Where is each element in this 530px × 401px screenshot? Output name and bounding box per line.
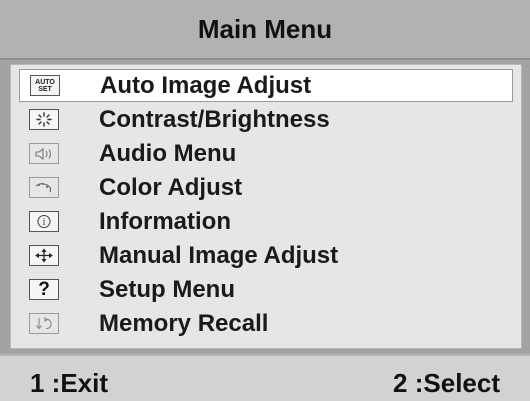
menu-item-manual-image-adjust[interactable]: Manual Image Adjust — [19, 239, 513, 272]
question-icon: ? — [29, 279, 59, 300]
select-hint[interactable]: 2 :Select — [393, 368, 500, 399]
menu-item-label: Setup Menu — [99, 275, 235, 303]
move-arrows-icon — [29, 245, 59, 266]
info-icon: i — [29, 211, 59, 232]
menu-item-setup-menu[interactable]: ? Setup Menu — [19, 273, 513, 306]
menu-item-label: Color Adjust — [99, 173, 243, 201]
set-icon-text: SET — [38, 85, 52, 93]
speaker-icon — [29, 143, 59, 164]
menu-item-label: Contrast/Brightness — [99, 105, 330, 133]
menu-item-auto-image-adjust[interactable]: AUTO SET Auto Image Adjust — [19, 69, 513, 102]
question-icon-glyph: ? — [38, 279, 50, 300]
menu-item-label: Audio Menu — [99, 139, 237, 167]
menu-item-information[interactable]: i Information — [19, 205, 513, 238]
auto-icon-text: AUTO — [35, 78, 55, 86]
menu-item-label: Auto Image Adjust — [100, 71, 312, 99]
menu-item-color-adjust[interactable]: Color Adjust — [19, 171, 513, 204]
footer-bar: 1 :Exit 2 :Select — [0, 354, 530, 401]
menu-list: AUTO SET Auto Image Adjust Contrast/Brig… — [10, 64, 522, 349]
menu-title: Main Menu — [0, 0, 530, 60]
auto-set-icon: AUTO SET — [30, 75, 60, 96]
menu-item-audio-menu[interactable]: Audio Menu — [19, 137, 513, 170]
exit-hint[interactable]: 1 :Exit — [30, 368, 108, 399]
menu-item-label: Information — [99, 207, 231, 235]
color-palette-icon — [29, 177, 59, 198]
menu-item-label: Manual Image Adjust — [99, 241, 339, 269]
menu-item-memory-recall[interactable]: Memory Recall — [19, 307, 513, 340]
osd-main-menu: Main Menu AUTO SET Auto Image Adjust Con… — [0, 0, 530, 401]
svg-text:i: i — [43, 217, 46, 228]
menu-item-label: Memory Recall — [99, 309, 269, 337]
recall-icon — [29, 313, 59, 334]
menu-item-contrast-brightness[interactable]: Contrast/Brightness — [19, 103, 513, 136]
brightness-icon — [29, 109, 59, 130]
